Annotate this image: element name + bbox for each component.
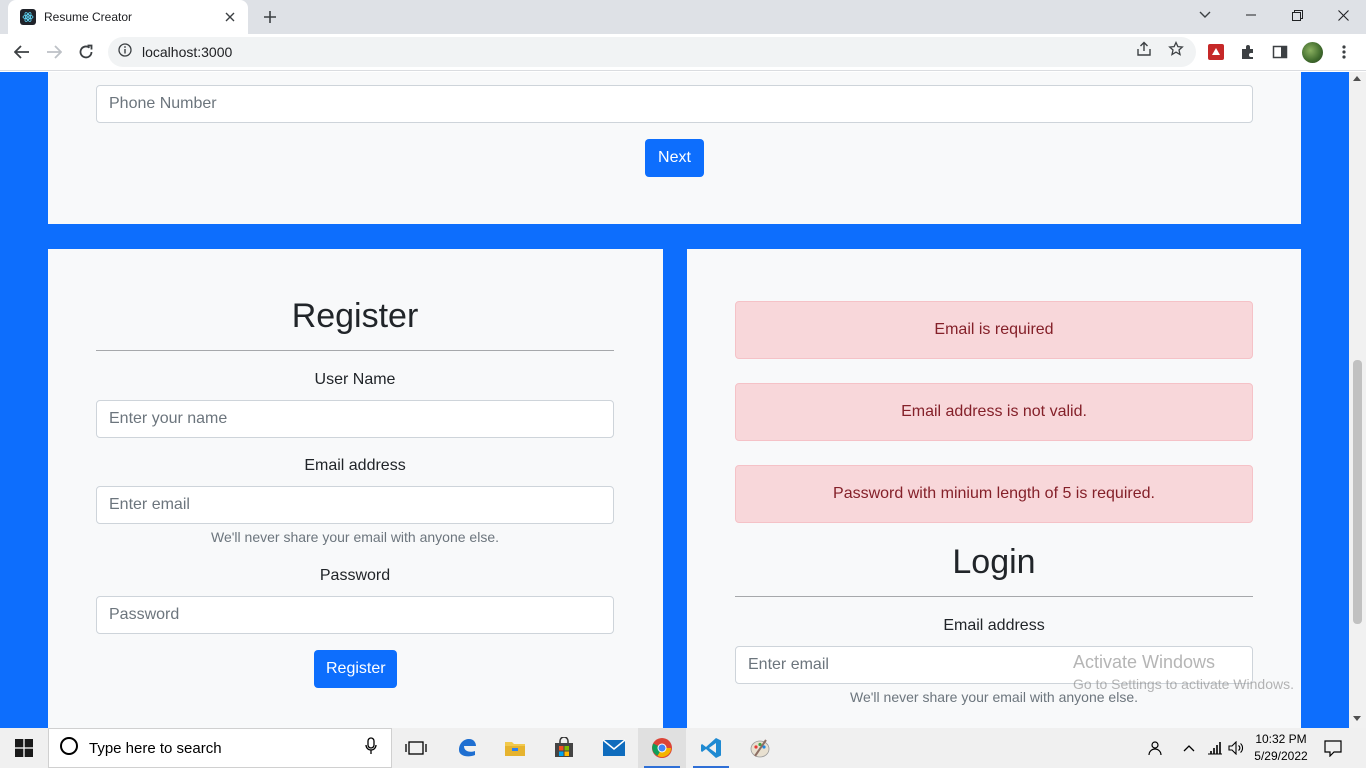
phone-number-input[interactable] (96, 85, 1253, 123)
browser-toolbar: localhost:3000 (0, 34, 1366, 71)
tab-search-icon[interactable] (1182, 0, 1228, 30)
close-window-icon[interactable] (1320, 0, 1366, 30)
page-viewport: Next Register User Name Email address We… (0, 72, 1366, 728)
site-info-icon[interactable] (118, 42, 132, 62)
back-arrow-icon[interactable] (8, 38, 36, 66)
microphone-icon[interactable] (365, 736, 377, 760)
scroll-up-arrow-icon[interactable] (1353, 76, 1361, 81)
more-menu-icon[interactable] (1334, 42, 1354, 62)
extensions-puzzle-icon[interactable] (1238, 42, 1258, 62)
side-panel-icon[interactable] (1270, 42, 1290, 62)
alert-password-length: Password with minium length of 5 is requ… (735, 465, 1253, 523)
mail-icon[interactable] (590, 728, 638, 768)
page-scrollbar[interactable] (1349, 72, 1366, 728)
notification-center-icon[interactable] (1323, 738, 1343, 758)
username-label: User Name (314, 371, 396, 388)
chrome-browser-icon[interactable] (638, 728, 686, 768)
windows-taskbar: Type here to search 10:32 PM 5/29/2022 (0, 728, 1366, 768)
browser-tab-strip: Resume Creator (0, 0, 1366, 34)
register-card: Register User Name Email address We'll n… (48, 249, 663, 728)
file-explorer-icon[interactable] (491, 728, 539, 768)
close-tab-icon[interactable] (222, 9, 238, 25)
react-favicon-icon (20, 9, 36, 25)
taskbar-clock[interactable]: 10:32 PM 5/29/2022 (1244, 731, 1318, 765)
clock-date: 5/29/2022 (1254, 749, 1308, 763)
alert-email-invalid: Email address is not valid. (735, 383, 1253, 441)
tab-title: Resume Creator (44, 10, 133, 24)
alert-email-required: Email is required (735, 301, 1253, 359)
personal-details-card: Next (48, 72, 1301, 224)
extension-red-icon[interactable] (1206, 42, 1226, 62)
next-button[interactable]: Next (645, 139, 704, 177)
register-divider (96, 350, 614, 351)
password-input[interactable] (96, 596, 614, 634)
register-title: Register (291, 297, 419, 335)
register-email-label: Email address (304, 457, 406, 474)
url-text: localhost:3000 (142, 44, 233, 60)
address-bar[interactable]: localhost:3000 (108, 37, 1196, 67)
login-title: Login (952, 543, 1036, 581)
microsoft-store-icon[interactable] (540, 728, 588, 768)
activate-windows-title: Activate Windows (1073, 652, 1216, 672)
vscode-icon[interactable] (687, 728, 735, 768)
scrollbar-thumb[interactable] (1353, 360, 1362, 624)
search-circle-icon (59, 736, 79, 761)
search-placeholder: Type here to search (89, 739, 222, 757)
username-input[interactable] (96, 400, 614, 438)
restore-window-icon[interactable] (1274, 0, 1320, 30)
login-email-label: Email address (943, 617, 1045, 634)
browser-tab[interactable]: Resume Creator (8, 0, 248, 34)
register-email-input[interactable] (96, 486, 614, 524)
profile-avatar[interactable] (1302, 42, 1323, 63)
scroll-down-arrow-icon[interactable] (1353, 716, 1361, 721)
people-icon[interactable] (1144, 738, 1164, 758)
paint-app-icon[interactable] (736, 728, 784, 768)
register-email-help: We'll never share your email with anyone… (211, 529, 499, 545)
bookmark-star-icon[interactable] (1168, 41, 1184, 57)
activate-windows-subtitle: Go to Settings to activate Windows. (1073, 676, 1294, 692)
new-tab-button[interactable] (258, 5, 282, 29)
taskbar-search-box[interactable]: Type here to search (48, 728, 392, 768)
task-view-icon[interactable] (392, 728, 440, 768)
register-button[interactable]: Register (314, 650, 397, 688)
network-icon[interactable] (1205, 738, 1225, 758)
password-label: Password (319, 567, 391, 584)
login-divider (735, 596, 1253, 597)
show-hidden-icons-chevron-icon[interactable] (1179, 738, 1199, 758)
share-icon[interactable] (1136, 41, 1152, 57)
reload-icon[interactable] (72, 38, 100, 66)
minimize-window-icon[interactable] (1228, 0, 1274, 30)
clock-time: 10:32 PM (1255, 732, 1307, 746)
forward-arrow-icon[interactable] (40, 38, 68, 66)
edge-browser-icon[interactable] (443, 728, 491, 768)
volume-icon[interactable] (1226, 738, 1246, 758)
windows-start-icon[interactable] (0, 728, 48, 768)
